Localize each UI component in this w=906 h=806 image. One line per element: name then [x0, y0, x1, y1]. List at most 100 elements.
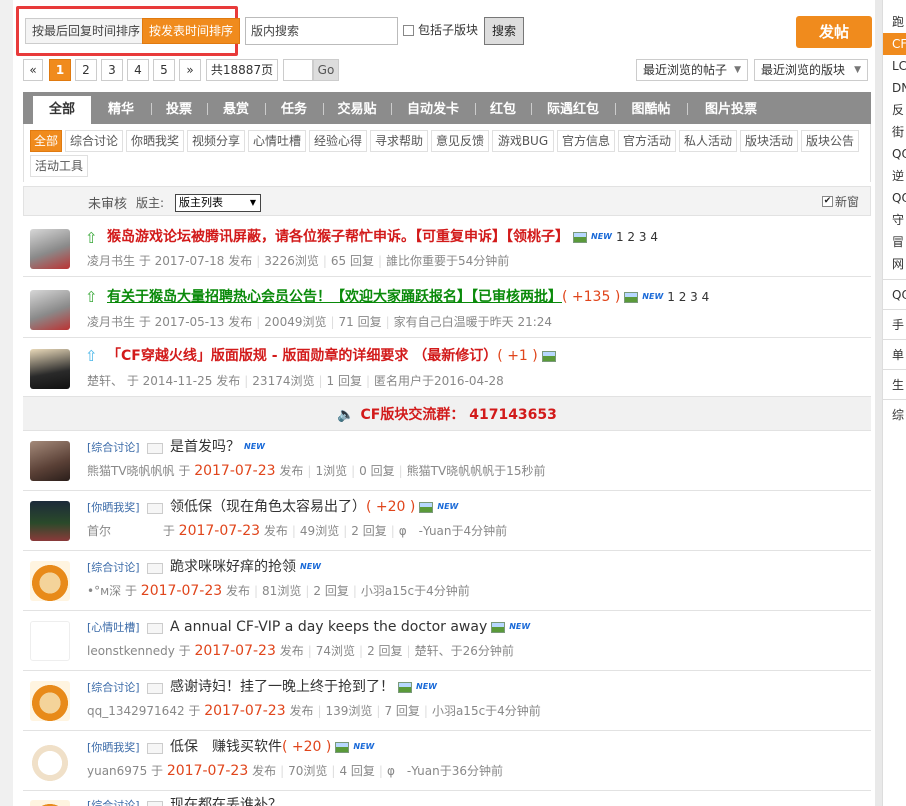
thread-last-reply[interactable]: 熊猫TV晓帆帆帆于15秒前: [407, 464, 546, 478]
thread-author[interactable]: 凌月书生: [87, 254, 135, 268]
type-general[interactable]: 综合讨论: [65, 130, 123, 152]
thread-last-reply[interactable]: 小羽a15c于4分钟前: [432, 704, 541, 718]
unreviewed-link[interactable]: 未审核: [88, 193, 127, 212]
thread-category[interactable]: [综合讨论]: [87, 560, 140, 576]
pager-page-4[interactable]: 4: [127, 59, 149, 81]
page-jump-button[interactable]: Go: [313, 59, 339, 81]
thread-category[interactable]: [你晒我奖]: [87, 500, 140, 516]
sort-by-reply-button[interactable]: 按最后回复时间排序: [25, 18, 148, 44]
type-official-info[interactable]: 官方信息: [557, 130, 615, 152]
avatar[interactable]: [30, 349, 70, 389]
avatar[interactable]: [30, 741, 70, 781]
tab-reward[interactable]: 悬赏: [209, 96, 263, 124]
nav-item[interactable]: 单: [883, 339, 906, 369]
thread-author[interactable]: 凌月书生: [87, 315, 135, 329]
thread-last-reply[interactable]: 小羽a15c于4分钟前: [361, 584, 470, 598]
nav-item[interactable]: 综: [883, 399, 906, 429]
avatar[interactable]: [30, 501, 70, 541]
tab-all[interactable]: 全部: [33, 96, 91, 124]
nav-item[interactable]: QQ: [883, 143, 906, 165]
nav-item[interactable]: 逆: [883, 165, 906, 187]
type-experience[interactable]: 经验心得: [309, 130, 367, 152]
thread-title[interactable]: 现在都在丢谁补？: [170, 797, 282, 806]
type-help[interactable]: 寻求帮助: [370, 130, 428, 152]
thread-last-reply[interactable]: φ -Yuan于4分钟前: [399, 524, 507, 538]
nav-item-active[interactable]: CF: [883, 33, 906, 55]
include-sub-checkbox[interactable]: [403, 25, 414, 36]
sort-by-post-time-button[interactable]: 按发表时间排序: [142, 18, 241, 44]
type-forum-event[interactable]: 版块活动: [740, 130, 798, 152]
thread-category[interactable]: [心情吐槽]: [87, 620, 140, 636]
thread-author[interactable]: 首尔: [87, 524, 111, 538]
thread-title[interactable]: 是首发吗？: [170, 439, 240, 455]
thread-title[interactable]: 「CF穿越火线」版面版规 - 版面勋章的详细要求 （最新修订）: [107, 348, 497, 364]
nav-item[interactable]: QQ: [883, 279, 906, 309]
thread-last-reply[interactable]: 楚轩、于26分钟前: [415, 644, 514, 658]
thread-last-reply[interactable]: φ -Yuan于36分钟前: [387, 764, 503, 778]
nav-item[interactable]: LC: [883, 55, 906, 77]
thread-title[interactable]: 领低保（现在角色太容易出了）: [170, 499, 366, 515]
tab-trade[interactable]: 交易贴: [325, 96, 389, 124]
search-input[interactable]: 版内搜索: [245, 17, 398, 45]
pager-page-5[interactable]: 5: [153, 59, 175, 81]
pager-next[interactable]: »: [179, 59, 201, 81]
recent-forums-dropdown[interactable]: 最近浏览的版块 ▼: [754, 59, 868, 81]
thread-author[interactable]: yuan6975: [87, 764, 147, 778]
tab-image-post[interactable]: 图酷帖: [617, 96, 685, 124]
pager-page-1[interactable]: 1: [49, 59, 71, 81]
thread-category[interactable]: [综合讨论]: [87, 680, 140, 696]
nav-item[interactable]: 冒: [883, 231, 906, 253]
thread-last-reply[interactable]: 家有自己白温暖于昨天 21:24: [394, 315, 552, 329]
thread-title[interactable]: 低保 赚钱买软件: [170, 739, 282, 755]
thread-category[interactable]: [综合讨论]: [87, 440, 140, 456]
thread-title[interactable]: 感谢诗妇！挂了一晚上终于抢到了！: [170, 679, 394, 695]
thread-author[interactable]: leonstkennedy: [87, 644, 175, 658]
type-show-prize[interactable]: 你晒我奖: [126, 130, 184, 152]
thread-author[interactable]: 楚轩、: [87, 374, 123, 388]
pager-prev[interactable]: «: [23, 59, 43, 81]
avatar[interactable]: [30, 561, 70, 601]
nav-item[interactable]: 生: [883, 369, 906, 399]
pager-page-2[interactable]: 2: [75, 59, 97, 81]
tab-digest[interactable]: 精华: [93, 96, 149, 124]
avatar[interactable]: [30, 441, 70, 481]
tab-red-packet[interactable]: 红包: [477, 96, 529, 124]
thread-last-reply[interactable]: 匿名用户于2016-04-28: [374, 374, 504, 388]
type-event-tools[interactable]: 活动工具: [30, 155, 88, 177]
type-video[interactable]: 视频分享: [187, 130, 245, 152]
tab-image-poll[interactable]: 图片投票: [689, 96, 773, 124]
avatar[interactable]: [30, 681, 70, 721]
search-button[interactable]: 搜索: [484, 17, 524, 45]
tab-task[interactable]: 任务: [267, 96, 321, 124]
thread-page-links[interactable]: 1 2 3 4: [616, 230, 658, 244]
avatar[interactable]: [30, 290, 70, 330]
type-private-event[interactable]: 私人活动: [679, 130, 737, 152]
nav-item[interactable]: QQ: [883, 187, 906, 209]
tab-chance-red-packet[interactable]: 际遇红包: [533, 96, 613, 124]
nav-item[interactable]: DN: [883, 77, 906, 99]
nav-item[interactable]: 反: [883, 99, 906, 121]
avatar[interactable]: [30, 229, 70, 269]
type-mood[interactable]: 心情吐槽: [248, 130, 306, 152]
tab-poll[interactable]: 投票: [153, 96, 205, 124]
avatar[interactable]: [30, 621, 70, 661]
type-official-event[interactable]: 官方活动: [618, 130, 676, 152]
new-window-checkbox[interactable]: ✔: [822, 196, 833, 207]
thread-author[interactable]: •°м深: [87, 584, 121, 598]
type-forum-notice[interactable]: 版块公告: [801, 130, 859, 152]
nav-item[interactable]: 街: [883, 121, 906, 143]
type-feedback[interactable]: 意见反馈: [431, 130, 489, 152]
type-all[interactable]: 全部: [30, 130, 62, 152]
thread-category[interactable]: [你晒我奖]: [87, 740, 140, 756]
type-game-bug[interactable]: 游戏BUG: [492, 130, 554, 152]
thread-author[interactable]: 熊猫TV晓帆帆帆: [87, 464, 175, 478]
thread-title[interactable]: A annual CF-VIP a day keeps the doctor a…: [170, 619, 487, 635]
thread-author[interactable]: qq_1342971642: [87, 704, 185, 718]
thread-category[interactable]: [综合讨论]: [87, 798, 140, 806]
tab-auto-card[interactable]: 自动发卡: [393, 96, 473, 124]
recent-threads-dropdown[interactable]: 最近浏览的帖子 ▼: [636, 59, 748, 81]
thread-title[interactable]: 跪求咪咪好痒的抢领: [170, 559, 296, 575]
thread-title[interactable]: 猴岛游戏论坛被腾讯屏蔽，请各位猴子帮忙申诉。【可重复申诉】【领桃子】: [107, 229, 569, 245]
pager-page-3[interactable]: 3: [101, 59, 123, 81]
avatar[interactable]: [30, 800, 70, 806]
